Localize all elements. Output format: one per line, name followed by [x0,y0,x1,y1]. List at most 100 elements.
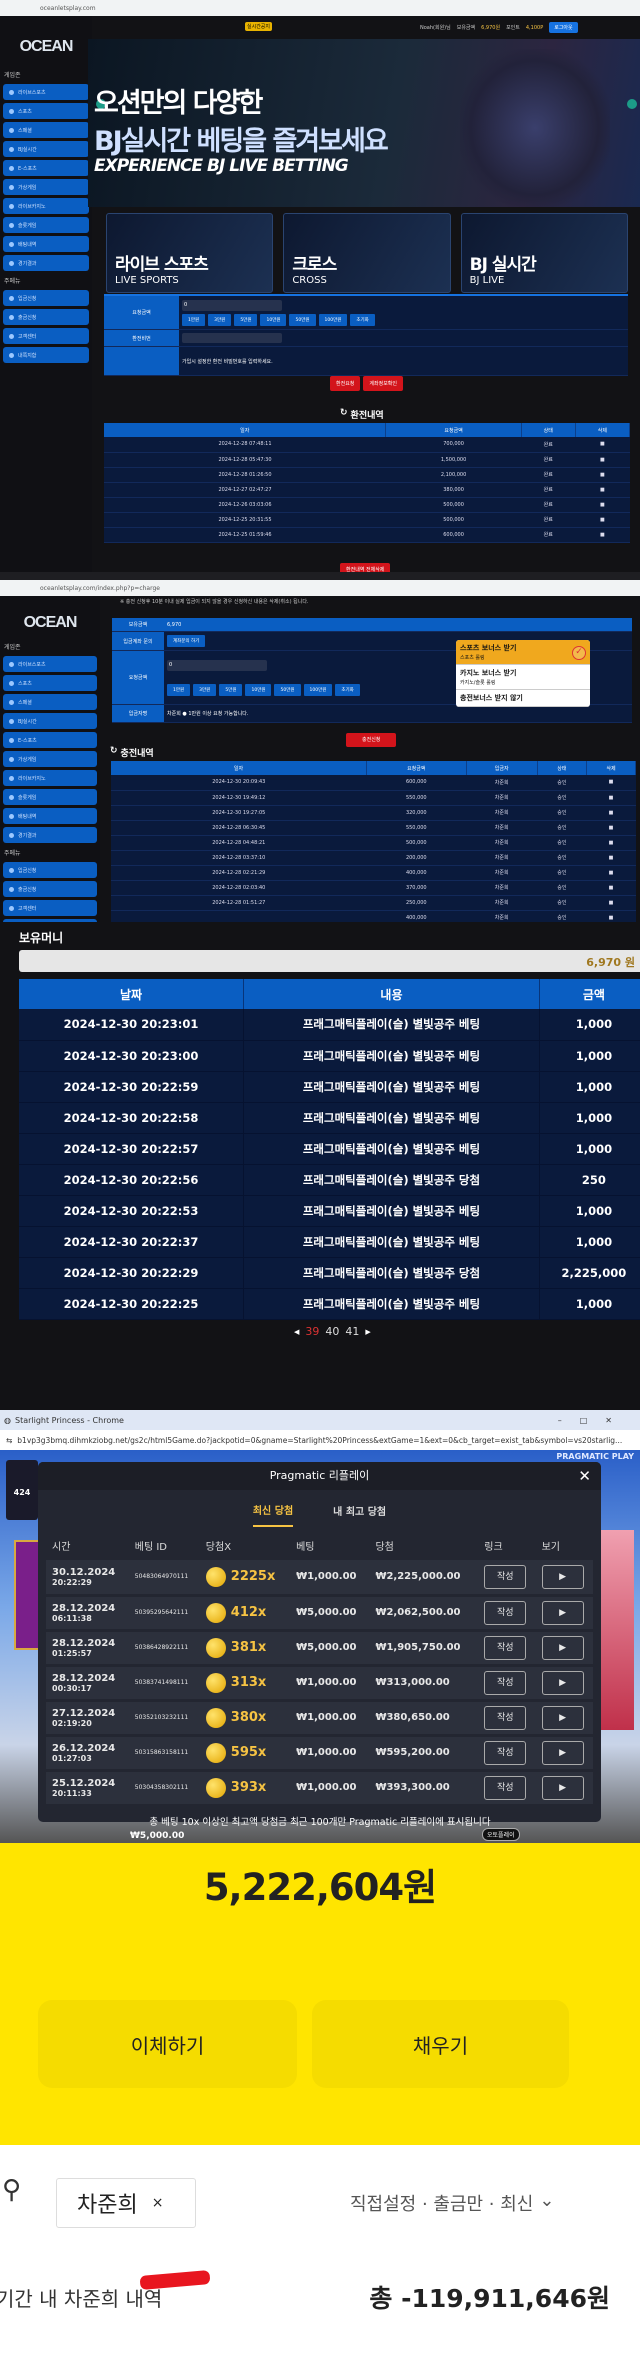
quick-amount-button[interactable]: 1만원 [167,683,191,696]
sidebar-item[interactable]: 라이브스포츠 [3,84,89,100]
play-replay-button[interactable]: ▶ [541,1600,584,1625]
trash-icon[interactable]: ■ [575,497,630,513]
share-button[interactable]: 작성 [484,1740,527,1765]
trash-icon[interactable]: ■ [575,437,630,453]
site-info-icon[interactable]: ⇆ [6,1436,12,1445]
sidebar-item[interactable]: 고객센터 [3,328,89,344]
sidebar-item[interactable]: 스페셜 [3,694,97,710]
bonus-option[interactable]: 카지노 보너스 받기 카지노/슬롯 롤링 [456,665,590,690]
sidebar-item[interactable]: 고객센터 [3,900,97,916]
bonus-option[interactable]: 충전보너스 받지 않기 [456,690,590,707]
sidebar-item[interactable]: 슬롯게임 [3,217,89,233]
quick-amount-button[interactable]: 초기화 [335,683,360,696]
browser-address-bar[interactable]: ⇆ b1vp3g3bmq.dihmkziobg.net/gs2c/html5Gam… [0,1430,640,1450]
hero-banner[interactable]: 오션만의 다양한 BJ실시간 베팅을 즐겨보세요 EXPERIENCE BJ L… [88,39,640,207]
sidebar-item[interactable]: 경기결과 [3,255,89,271]
banner-next-icon[interactable] [627,99,637,109]
sidebar-item[interactable]: 배팅내역 [3,236,89,252]
trash-icon[interactable]: ■ [586,880,636,896]
game-card[interactable]: BJ 실시간 BJ LIVE [460,213,628,293]
quick-amount-button[interactable]: 50만원 [274,683,301,696]
sidebar-item[interactable]: 슬롯게임 [3,789,97,805]
bonus-option[interactable]: 스포츠 보너스 받기 스포츠 롤링 ✓ [456,640,590,665]
trash-icon[interactable]: ■ [586,910,636,922]
sidebar-item[interactable]: 라이브스포츠 [3,656,97,672]
quick-amount-button[interactable]: 5만원 [234,313,258,326]
play-replay-button[interactable]: ▶ [541,1670,584,1695]
account-info-button[interactable]: 계좌정보확인 [363,376,404,391]
sidebar-item[interactable]: 라이브카지노 [3,770,97,786]
trash-icon[interactable]: ■ [575,482,630,498]
sidebar-item[interactable]: 배팅내역 [3,808,97,824]
trash-icon[interactable]: ■ [575,452,630,468]
search-chip[interactable]: 차준희 × [56,2178,196,2228]
sidebar-item[interactable]: 가상게임 [3,179,89,195]
play-replay-button[interactable]: ▶ [541,1740,584,1765]
quick-amount-button[interactable]: 100만원 [318,313,348,326]
page-link[interactable]: 39 [305,1325,319,1338]
amount-input[interactable]: 0 [167,659,267,671]
play-replay-button[interactable]: ▶ [541,1705,584,1730]
trash-icon[interactable]: ■ [586,835,636,851]
sidebar-item[interactable]: 입금신청 [3,290,89,306]
trash-icon[interactable]: ■ [586,775,636,791]
quick-amount-button[interactable]: 100만원 [303,683,333,696]
logout-button[interactable]: 로그아웃 [549,22,578,33]
share-button[interactable]: 작성 [484,1564,527,1589]
deposit-submit-button[interactable]: 충전신청 [346,733,397,747]
share-button[interactable]: 작성 [484,1705,527,1730]
sidebar-item[interactable]: 스포츠 [3,103,89,119]
trash-icon[interactable]: ■ [575,527,630,543]
tab-my-best-wins[interactable]: 내 최고 당첨 [333,1503,386,1518]
sidebar-item[interactable]: 스페셜 [3,122,89,138]
play-replay-button[interactable]: ▶ [541,1564,584,1589]
transfer-button[interactable]: 이체하기 [38,2000,297,2088]
play-replay-button[interactable]: ▶ [541,1775,584,1800]
trash-icon[interactable]: ■ [586,895,636,911]
quick-amount-button[interactable]: 3만원 [208,313,232,326]
prev-page-icon[interactable]: ◀ [294,1328,299,1336]
next-page-icon[interactable]: ▶ [365,1328,370,1336]
quick-amount-button[interactable]: 10만원 [260,313,287,326]
autoplay-button[interactable]: 오토플레이 [482,1828,520,1841]
sidebar-item[interactable]: 출금신청 [3,309,89,325]
game-card[interactable]: 크로스 CROSS [283,213,451,293]
close-icon[interactable]: ✕ [578,1462,591,1490]
withdraw-request-button[interactable]: 환전요청 [330,376,361,391]
trash-icon[interactable]: ■ [586,805,636,821]
page-link[interactable]: 40 [325,1325,339,1338]
sidebar-item[interactable]: 가상게임 [3,751,97,767]
window-controls[interactable]: –□✕ [558,1416,630,1425]
share-button[interactable]: 작성 [484,1775,527,1800]
page-link[interactable]: 41 [345,1325,359,1338]
sidebar-item[interactable]: E-스포츠 [3,732,97,748]
trash-icon[interactable]: ■ [575,467,630,483]
trash-icon[interactable]: ■ [586,865,636,881]
trash-icon[interactable]: ■ [586,850,636,866]
browser-address-bar[interactable]: oceanletsplay.com/index.php?p=charge [0,580,640,596]
slot-game[interactable]: PRAGMATIC PLAY 424 ₩5,000.00 오토플레이 Pragm… [0,1450,640,1843]
sidebar-item[interactable]: BJ실시간 [3,141,89,157]
sidebar-item[interactable]: 경기결과 [3,827,97,843]
quick-amount-button[interactable]: 10만원 [245,683,272,696]
quick-amount-button[interactable]: 1만원 [182,313,206,326]
share-button[interactable]: 작성 [484,1670,527,1695]
share-button[interactable]: 작성 [484,1635,527,1660]
game-card[interactable]: 라이브 스포츠 LIVE SPORTS [106,213,274,293]
tab-latest-wins[interactable]: 최신 당첨 [252,1494,294,1527]
browser-address-bar[interactable]: oceanletsplay.com [0,0,640,16]
sidebar-item[interactable]: E-스포츠 [3,160,89,176]
sidebar-item[interactable]: 스포츠 [3,675,97,691]
trash-icon[interactable]: ■ [586,790,636,806]
quick-amount-button[interactable]: 3만원 [193,683,217,696]
quick-amount-button[interactable]: 50만원 [289,313,316,326]
account-inquiry-button[interactable]: 계좌문의 하기 [167,635,206,647]
sidebar-item[interactable]: 내쪽지함 [3,347,89,363]
fill-button[interactable]: 채우기 [312,2000,569,2088]
trash-icon[interactable]: ■ [586,820,636,836]
withdraw-password-input[interactable] [182,333,282,343]
trash-icon[interactable]: ■ [575,512,630,528]
play-replay-button[interactable]: ▶ [541,1635,584,1660]
amount-input[interactable]: 0 [182,299,282,311]
search-icon[interactable]: ⚲ [2,2175,21,2205]
